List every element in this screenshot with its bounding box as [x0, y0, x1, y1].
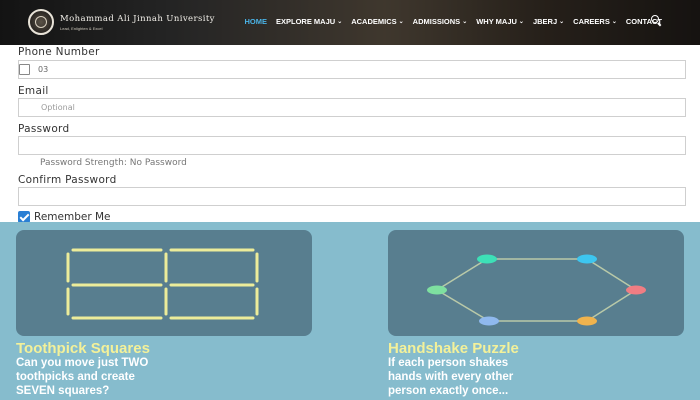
nav-home[interactable]: HOME: [245, 17, 268, 26]
nav-jberj[interactable]: JBERJ ⌄: [533, 17, 564, 26]
main-nav: HOME EXPLORE MAJU ⌄ ACADEMICS ⌄ ADMISSIONS…: [236, 17, 663, 26]
country-flag-icon[interactable]: [19, 64, 30, 75]
email-placeholder: Optional: [41, 103, 75, 112]
university-tagline: Lead, Enlighten & Excel: [60, 25, 103, 31]
description-line: toothpicks and create: [16, 371, 135, 383]
toothpick-puzzle-card[interactable]: [16, 230, 312, 336]
person-dot: [626, 285, 646, 295]
nav-why-maju-label: WHY MAJU: [476, 17, 517, 26]
nav-explore-maju[interactable]: EXPLORE MAJU ⌄: [276, 17, 342, 26]
registration-form: Phone Number 03 Email Optional Password …: [18, 46, 688, 223]
nav-careers-label: CAREERS: [573, 17, 610, 26]
confirm-password-label: Confirm Password: [18, 174, 117, 186]
password-label: Password: [18, 123, 70, 135]
university-name: Mohammad Ali Jinnah University: [60, 13, 215, 24]
nav-explore-maju-label: EXPLORE MAJU: [276, 17, 336, 26]
description-line: Can you move just TWO: [16, 357, 149, 369]
password-strength: Password Strength: No Password: [40, 158, 187, 168]
description-line: hands with every other: [388, 371, 514, 383]
nav-home-label: HOME: [244, 17, 268, 26]
site-header: Mohammad Ali Jinnah University Lead, Enl…: [0, 0, 700, 45]
nav-careers[interactable]: CAREERS ⌄: [573, 17, 617, 26]
puzzle-section: Toothpick Squares Can you move just TWO …: [0, 222, 700, 400]
password-input[interactable]: [18, 136, 686, 155]
confirm-password-input[interactable]: [18, 187, 686, 206]
handshake-card-title[interactable]: Handshake Puzzle: [388, 340, 519, 357]
chevron-down-icon: ⌄: [518, 19, 524, 25]
person-dot: [477, 254, 497, 264]
chevron-down-icon: ⌄: [398, 19, 404, 25]
chevron-down-icon: ⌄: [611, 19, 617, 25]
university-seal-icon: [28, 9, 54, 35]
toothpick-card-description: Can you move just TWO toothpicks and cre…: [16, 356, 148, 398]
email-label: Email: [18, 85, 49, 97]
email-input[interactable]: Optional: [18, 98, 686, 117]
handshake-puzzle-card[interactable]: [388, 230, 684, 336]
university-logo[interactable]: Mohammad Ali Jinnah University Lead, Enl…: [28, 9, 215, 35]
nav-admissions-label: ADMISSIONS: [412, 17, 461, 26]
nav-why-maju[interactable]: WHY MAJU ⌄: [476, 17, 524, 26]
description-line: If each person shakes: [388, 357, 509, 369]
chevron-down-icon: ⌄: [462, 19, 468, 25]
nav-jberj-label: JBERJ: [532, 17, 558, 26]
chevron-down-icon: ⌄: [559, 19, 565, 25]
nav-academics-label: ACADEMICS: [351, 17, 397, 26]
person-dot: [577, 254, 597, 264]
chevron-down-icon: ⌄: [337, 19, 343, 25]
handshake-card-description: If each person shakes hands with every o…: [388, 356, 513, 398]
nav-admissions[interactable]: ADMISSIONS ⌄: [413, 17, 468, 26]
person-dot: [577, 316, 597, 326]
handshake-puzzle-illustration: [427, 254, 646, 326]
description-line: SEVEN squares?: [16, 385, 110, 397]
search-icon[interactable]: [650, 14, 662, 26]
toothpick-squares-illustration: [66, 248, 259, 320]
person-dot: [479, 316, 499, 326]
phone-label: Phone Number: [18, 46, 100, 58]
phone-input[interactable]: 03: [18, 60, 686, 79]
nav-academics[interactable]: ACADEMICS ⌄: [351, 17, 403, 26]
toothpick-card-title[interactable]: Toothpick Squares: [16, 340, 150, 357]
description-line: person exactly once...: [388, 385, 509, 397]
handshake-octagon: [435, 258, 638, 322]
phone-value: 03: [38, 65, 49, 74]
person-dot: [427, 285, 447, 295]
